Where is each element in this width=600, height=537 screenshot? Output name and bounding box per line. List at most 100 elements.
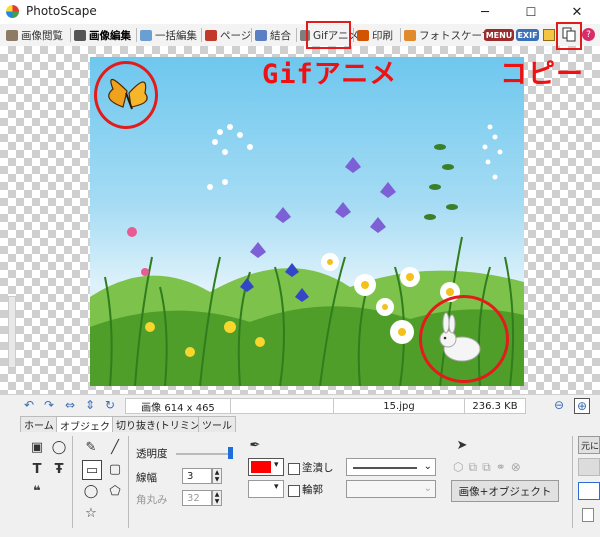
tab-page[interactable]: ページ (205, 27, 251, 43)
edit-tab-bar: ホーム オブジェクト 切り抜き(トリミング) ツール (0, 414, 600, 433)
line-icon[interactable]: ╱ (106, 438, 124, 456)
restore-original-button[interactable]: 元に (578, 436, 600, 454)
zoom-out-icon[interactable]: ⊖ (552, 398, 566, 412)
exif-button[interactable]: EXIF (516, 29, 539, 41)
tab-label: 結合 (270, 29, 291, 42)
chevron-down-icon: ▾ (274, 482, 279, 492)
close-button[interactable]: ✕ (554, 0, 600, 24)
group-icon[interactable]: ⚭ (496, 460, 506, 478)
document-icon[interactable] (582, 508, 594, 522)
line-width-stepper[interactable]: ▲ ▼ (212, 468, 222, 484)
outline-color-picker[interactable]: ▾ (248, 480, 284, 498)
tab-separator (251, 28, 252, 42)
color-picker[interactable]: ▾ (248, 458, 284, 476)
help-icon[interactable]: ? (582, 28, 595, 41)
fill-checkbox[interactable] (288, 463, 300, 475)
corner-radius-input[interactable]: 32 (182, 490, 212, 506)
tab-separator (400, 28, 401, 42)
fit-width-icon[interactable]: ⇔ (63, 398, 77, 412)
rounded-rectangle-icon[interactable]: ▢ (106, 460, 124, 478)
select-cursor-icon[interactable]: ➤ (453, 436, 471, 454)
maximize-button[interactable]: ☐ (508, 0, 554, 24)
photoscape-icon (404, 29, 416, 41)
corner-radius-label: 角丸み (136, 494, 168, 506)
zoom-in-icon[interactable]: ⊕ (574, 398, 590, 414)
tab-label: 一括編集 (155, 29, 197, 42)
window-title: PhotoScape (26, 4, 97, 18)
tab-separator (201, 28, 202, 42)
corner-radius-stepper[interactable]: ▲ ▼ (212, 490, 222, 506)
editor-icon (74, 29, 86, 41)
line-width-input[interactable]: 3 (182, 468, 212, 484)
chevron-down-icon: ⌄ (423, 483, 432, 494)
pentagon-icon[interactable]: ⬠ (106, 482, 124, 500)
tab-separator (70, 28, 71, 42)
line-style-dropdown[interactable]: ⌄ (346, 458, 436, 476)
opacity-slider-track[interactable] (176, 453, 230, 455)
annotation-rabbit-circle (419, 295, 509, 383)
folder-icon[interactable] (543, 29, 555, 41)
tab-label: 印刷 (372, 29, 393, 42)
tab-batch[interactable]: 一括編集 (140, 27, 197, 43)
layer-icon[interactable]: ⬡ (453, 460, 463, 478)
tab-label: ページ (220, 29, 252, 42)
outline-checkbox[interactable] (288, 485, 300, 497)
ellipse-icon[interactable]: ◯ (82, 482, 100, 500)
tool-divider (72, 436, 73, 528)
batch-icon (140, 29, 152, 41)
image-object-icon[interactable]: ▣ (28, 438, 46, 456)
main-tab-bar: 画像閲覧 画像編集 一括編集 ページ 結合 Gifアニメ 印刷 フォトスケープ … (0, 24, 600, 47)
text-icon[interactable]: T (28, 460, 46, 478)
delete-object-icon[interactable]: ⊗ (511, 460, 521, 478)
tab-editor[interactable]: 画像編集 (74, 27, 131, 43)
eyedropper-icon[interactable]: ✒ (246, 436, 264, 454)
page-icon (205, 29, 217, 41)
tab-tools[interactable]: ツール (198, 416, 236, 432)
redo-icon[interactable]: ↷ (42, 398, 56, 412)
tab-home[interactable]: ホーム (20, 416, 58, 432)
tab-print[interactable]: 印刷 (357, 27, 393, 43)
side-button-2[interactable] (578, 482, 600, 500)
combine-icon (255, 29, 267, 41)
opacity-slider-thumb[interactable] (228, 447, 233, 459)
fill-label: 塗潰し (302, 462, 334, 474)
tab-separator (296, 28, 297, 42)
tab-label: 画像編集 (89, 29, 131, 42)
minimize-button[interactable]: ─ (462, 0, 508, 24)
outline-style-dropdown[interactable]: ⌄ (346, 480, 436, 498)
line-width-label: 線幅 (136, 472, 157, 484)
panel-divider (572, 436, 573, 528)
rectangle-icon[interactable]: ▭ (82, 460, 102, 480)
status-blank (230, 398, 334, 414)
line-style-preview (353, 467, 417, 469)
tab-separator (353, 28, 354, 42)
annotation-butterfly-circle (94, 61, 158, 129)
color-swatch (251, 461, 271, 473)
bring-forward-icon[interactable]: ⧉ (468, 460, 477, 478)
tab-photoscape[interactable]: フォトスケープ (404, 27, 492, 43)
speech-balloon-icon[interactable]: ◯ (50, 438, 68, 456)
tab-viewer[interactable]: 画像閲覧 (6, 27, 63, 43)
brush-icon[interactable]: ✎ (82, 438, 100, 456)
undo-icon[interactable]: ↶ (22, 398, 36, 412)
image-plus-object-button[interactable]: 画像+オブジェクト (451, 480, 559, 502)
chevron-down-icon: ▾ (274, 460, 279, 470)
object-arrange-icons: ⬡ ⧉ ⧉ ⚭ ⊗ (453, 460, 553, 478)
star-icon[interactable]: ☆ (82, 504, 100, 522)
tab-label: 画像閲覧 (21, 29, 63, 42)
title-bar: PhotoScape ─ ☐ ✕ (0, 0, 600, 24)
fit-height-icon[interactable]: ⇕ (83, 398, 97, 412)
send-backward-icon[interactable]: ⧉ (482, 460, 491, 478)
side-panel-toggle[interactable] (8, 296, 16, 368)
object-panel: ▣ ◯ T Ŧ ❝ ✎ ╱ ▭ ▢ ◯ ⬠ ☆ 透明度 線幅 3 ▲ ▼ 角丸み … (0, 432, 600, 537)
menu-button[interactable]: MENU (484, 29, 514, 41)
text-box-icon[interactable]: Ŧ (50, 460, 68, 478)
annotation-copy-highlight (556, 22, 582, 50)
rotate-icon[interactable]: ↻ (103, 398, 117, 412)
quote-icon[interactable]: ❝ (28, 482, 46, 500)
file-size: 236.3 KB (464, 398, 526, 414)
side-button-1[interactable] (578, 458, 600, 476)
opacity-label: 透明度 (136, 448, 168, 460)
tab-combine[interactable]: 結合 (255, 27, 291, 43)
tool-divider (128, 436, 129, 528)
